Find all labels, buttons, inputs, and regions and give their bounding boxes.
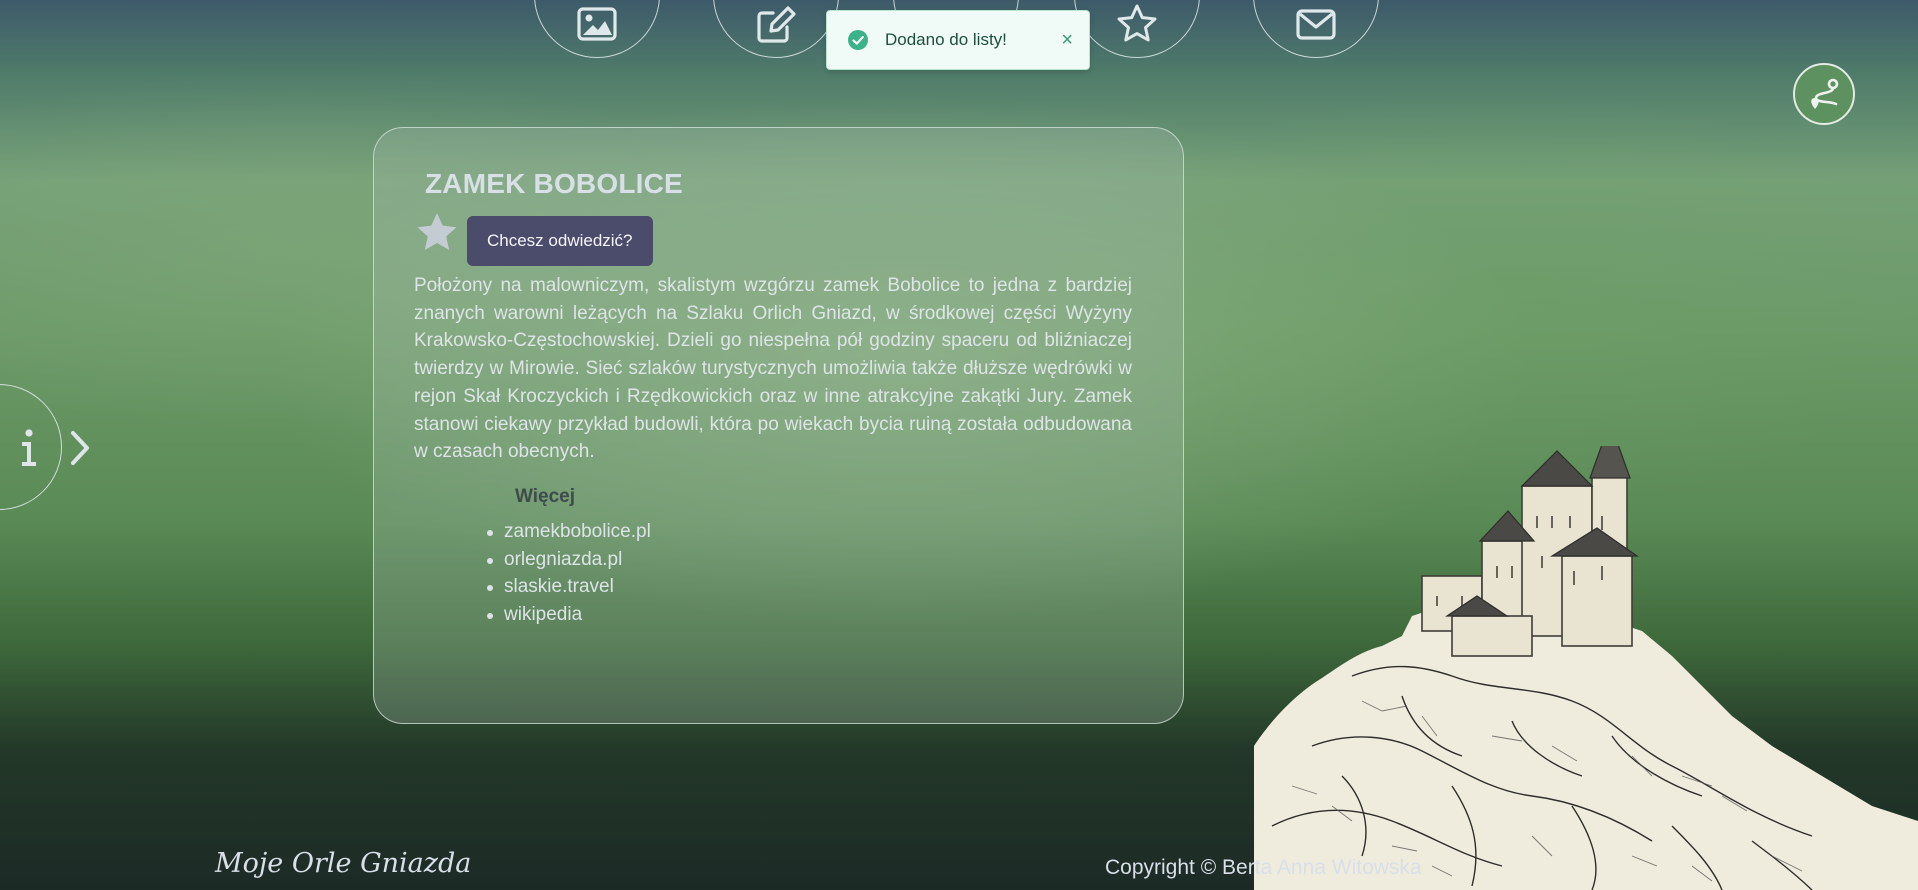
- edit-icon: [757, 6, 796, 43]
- links-list: zamekbobolice.pl orlegniazda.pl slaskie.…: [487, 518, 651, 629]
- nav-contact-button[interactable]: [1253, 0, 1379, 58]
- link-slaskie-travel[interactable]: slaskie.travel: [504, 576, 614, 597]
- castle-illustration: [1254, 446, 1918, 890]
- route-icon: [1811, 78, 1839, 109]
- more-heading: Więcej: [515, 486, 576, 507]
- envelope-icon: [1296, 9, 1336, 40]
- footer-brand-logo[interactable]: Moje Orle Gniazda: [215, 848, 471, 879]
- info-icon: [22, 429, 36, 466]
- list-item: orlegniazda.pl: [487, 546, 651, 574]
- toast-message: Dodano do listy!: [885, 30, 1007, 49]
- list-item: slaskie.travel: [487, 573, 651, 601]
- star-icon: [1117, 4, 1157, 42]
- list-item: zamekbobolice.pl: [487, 518, 651, 546]
- route-button[interactable]: [1793, 63, 1855, 125]
- link-wikipedia[interactable]: wikipedia: [504, 604, 582, 625]
- list-item: wikipedia: [487, 601, 651, 629]
- favorite-star-icon[interactable]: [414, 210, 460, 256]
- castle-title: ZAMEK BOBOLICE: [425, 168, 683, 199]
- castle-description: Położony na malowniczym, skalistym wzgór…: [414, 275, 1132, 463]
- chevron-right-icon[interactable]: [68, 428, 92, 468]
- visit-tooltip: Chcesz odwiedzić?: [467, 216, 653, 266]
- image-icon: [577, 7, 617, 41]
- link-orlegniazda[interactable]: orlegniazda.pl: [504, 549, 622, 570]
- link-zamekbobolice[interactable]: zamekbobolice.pl: [504, 521, 651, 542]
- check-circle-icon: [848, 30, 868, 50]
- castle-info-card: ZAMEK BOBOLICE Chcesz odwiedzić? Położon…: [373, 127, 1184, 724]
- nav-favorites-button[interactable]: [1074, 0, 1200, 58]
- nav-edit-button[interactable]: [713, 0, 839, 58]
- nav-gallery-button[interactable]: [534, 0, 660, 58]
- footer-copyright: Copyright © Berta Anna Witowska: [1105, 856, 1422, 879]
- toast-close-button[interactable]: ×: [1061, 29, 1073, 52]
- toast-notification: Dodano do listy! ×: [826, 10, 1090, 70]
